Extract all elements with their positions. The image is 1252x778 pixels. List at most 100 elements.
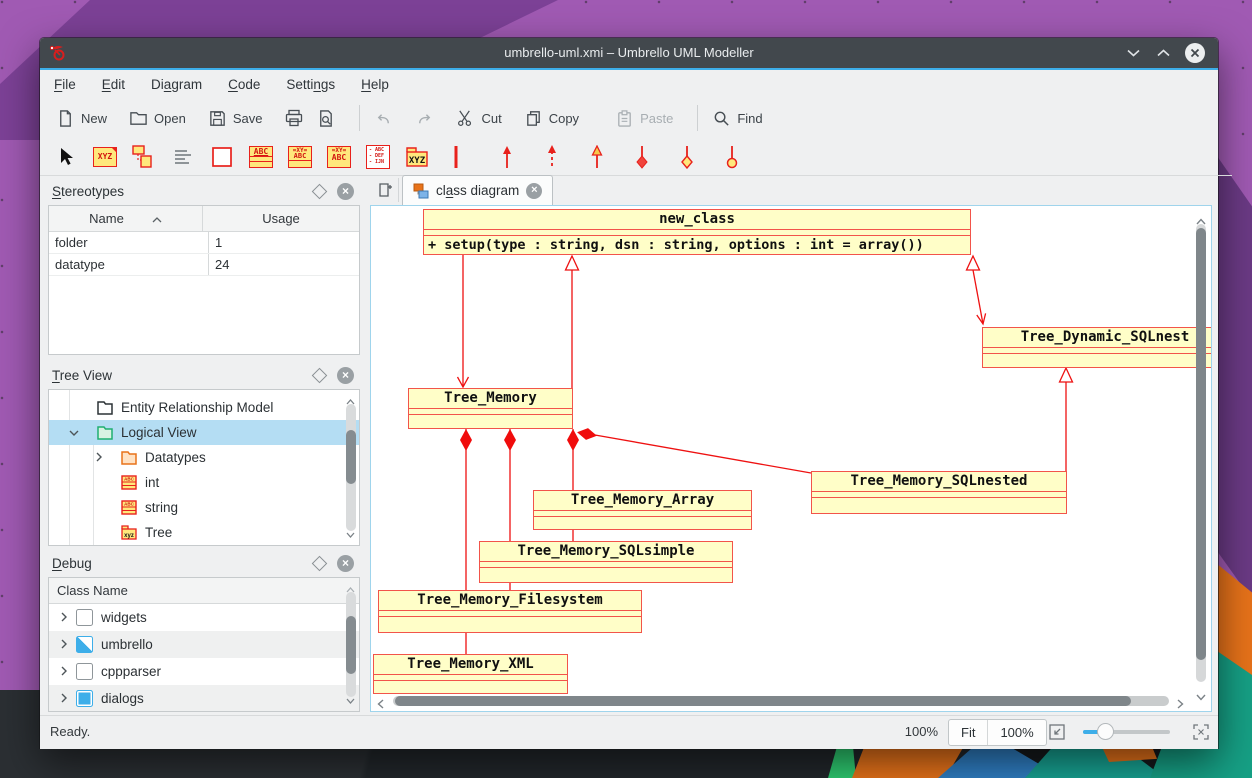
checkbox-unchecked[interactable]	[76, 663, 93, 680]
checkbox-unchecked[interactable]	[76, 609, 93, 626]
class-tool[interactable]: ABC	[249, 145, 273, 169]
datatype-tool[interactable]: =XY=ABC	[327, 145, 351, 169]
debug-item-umbrello[interactable]: umbrello	[49, 631, 359, 658]
collapsed-chevron-icon[interactable]	[49, 450, 103, 465]
debug-item-dialogs[interactable]: dialogs	[49, 685, 359, 712]
uml-class-tree-memory[interactable]: Tree_Memory	[408, 388, 573, 429]
tree-item-string[interactable]: ABC string	[49, 495, 359, 520]
uml-class-tree-memory-sqlnested[interactable]: Tree_Memory_SQLnested	[811, 471, 1067, 514]
zoom-100-button[interactable]: 100%	[988, 720, 1045, 745]
uml-class-tree-memory-array[interactable]: Tree_Memory_Array	[533, 490, 752, 530]
scroll-up-icon[interactable]	[346, 392, 355, 410]
titlebar[interactable]: umbrello-uml.xmi – Umbrello UML Modeller	[40, 38, 1218, 68]
column-header-usage[interactable]: Usage	[203, 206, 359, 231]
line-tool[interactable]	[444, 145, 468, 169]
menu-settings[interactable]: Settings	[286, 77, 335, 92]
collapsed-chevron-icon[interactable]	[61, 691, 68, 706]
save-button[interactable]: Save	[208, 109, 263, 128]
menu-edit[interactable]: Edit	[102, 77, 125, 92]
directed-association-tool[interactable]	[495, 145, 519, 169]
close-dock-icon[interactable]: ×	[337, 183, 354, 200]
minimize-button[interactable]	[1122, 42, 1144, 64]
note-tool[interactable]	[171, 145, 195, 169]
zoom-slider-handle[interactable]	[1097, 723, 1114, 740]
copy-button[interactable]: Copy	[524, 109, 579, 128]
menu-code[interactable]: Code	[228, 77, 260, 92]
tree-item-datatypes[interactable]: Datatypes	[49, 445, 359, 470]
uml-class-tree-dynamic-sqlnested[interactable]: Tree_Dynamic_SQLnest	[982, 327, 1212, 368]
print-button[interactable]	[284, 108, 304, 128]
tab-class-diagram[interactable]: class diagram ×	[402, 175, 553, 205]
canvas-hscrollbar[interactable]	[375, 694, 1191, 708]
scroll-down-icon[interactable]	[1196, 688, 1206, 706]
package-tool[interactable]: XYZ	[405, 145, 429, 169]
close-tab-icon[interactable]: ×	[526, 183, 542, 199]
collapsed-chevron-icon[interactable]	[61, 637, 68, 652]
tree-item-tree[interactable]: xyz Tree	[49, 520, 359, 545]
table-row[interactable]: folder 1	[49, 232, 359, 254]
float-dock-icon[interactable]	[312, 367, 328, 383]
uml-class-tree-memory-filesystem[interactable]: Tree_Memory_Filesystem	[378, 590, 642, 633]
float-dock-icon[interactable]	[312, 555, 328, 571]
cut-button[interactable]: Cut	[456, 109, 501, 128]
uml-class-tree-memory-xml[interactable]: Tree_Memory_XML	[373, 654, 568, 694]
close-button[interactable]	[1184, 42, 1206, 64]
menu-file[interactable]: File	[54, 77, 76, 92]
float-dock-icon[interactable]	[312, 183, 328, 199]
redo-button[interactable]	[415, 109, 434, 128]
enum-tool[interactable]: - ABC- DEF- IJN	[366, 145, 390, 169]
close-dock-icon[interactable]: ×	[337, 555, 354, 572]
diagram-canvas[interactable]: new_class + setup(type : string, dsn : s…	[370, 205, 1212, 712]
generalization-tool[interactable]	[585, 145, 609, 169]
scroll-up-icon[interactable]	[346, 580, 355, 598]
scroll-down-icon[interactable]	[346, 691, 355, 709]
debug-item-cppparser[interactable]: cppparser	[49, 658, 359, 685]
zoom-slider[interactable]	[1083, 730, 1170, 734]
aggregation-tool[interactable]	[675, 145, 699, 169]
dependency-tool[interactable]	[540, 145, 564, 169]
scrollbar-thumb[interactable]	[346, 616, 356, 674]
fit-button[interactable]: Fit	[949, 720, 988, 745]
collapsed-chevron-icon[interactable]	[61, 610, 68, 625]
undo-button[interactable]	[374, 109, 393, 128]
find-button[interactable]: Find	[712, 109, 762, 128]
open-button[interactable]: Open	[129, 109, 186, 128]
menu-help[interactable]: Help	[361, 77, 389, 92]
box-tool[interactable]	[210, 145, 234, 169]
paste-button[interactable]: Paste	[615, 109, 673, 128]
column-header-name[interactable]: Name	[49, 206, 203, 231]
shrink-view-icon[interactable]	[1048, 723, 1066, 746]
scrollbar-thumb[interactable]	[346, 430, 356, 484]
uml-class-new_class[interactable]: new_class + setup(type : string, dsn : s…	[423, 209, 971, 255]
interface-tool[interactable]: =XY=ABC	[288, 145, 312, 169]
table-row[interactable]: datatype 24	[49, 254, 359, 276]
close-dock-icon[interactable]: ×	[337, 367, 354, 384]
containment-tool[interactable]	[720, 145, 744, 169]
maximize-button[interactable]	[1152, 42, 1174, 64]
uml-class-tree-memory-sqlsimple[interactable]: Tree_Memory_SQLsimple	[479, 541, 733, 583]
select-tool[interactable]	[54, 145, 78, 169]
scroll-left-icon[interactable]	[377, 696, 384, 712]
fullscreen-icon[interactable]	[1192, 723, 1210, 746]
menu-diagram[interactable]: Diagram	[151, 77, 202, 92]
scroll-down-icon[interactable]	[346, 525, 355, 543]
tree-item-entity-relationship-model[interactable]: Entity Relationship Model	[49, 395, 359, 420]
collapsed-chevron-icon[interactable]	[61, 664, 68, 679]
tree-item-int[interactable]: ABC int	[49, 470, 359, 495]
scroll-right-icon[interactable]	[1177, 696, 1184, 712]
scrollbar-thumb[interactable]	[395, 696, 1131, 706]
checkbox-checked[interactable]	[76, 690, 93, 707]
tree-item-logical-view[interactable]: Logical View	[49, 420, 359, 445]
object-tool[interactable]: XYZ	[93, 145, 117, 169]
new-tab-button[interactable]	[372, 178, 399, 202]
expanded-chevron-icon[interactable]	[49, 425, 79, 440]
canvas-vscrollbar[interactable]	[1194, 210, 1208, 707]
new-button[interactable]: New	[56, 109, 107, 128]
composition-tool[interactable]	[630, 145, 654, 169]
debug-item-widgets[interactable]: widgets	[49, 604, 359, 631]
print-preview-button[interactable]	[316, 109, 335, 128]
scrollbar-thumb[interactable]	[1196, 228, 1206, 660]
association-tool[interactable]	[132, 145, 156, 169]
checkbox-partial[interactable]	[76, 636, 93, 653]
column-header-class-name[interactable]: Class Name	[49, 578, 359, 604]
